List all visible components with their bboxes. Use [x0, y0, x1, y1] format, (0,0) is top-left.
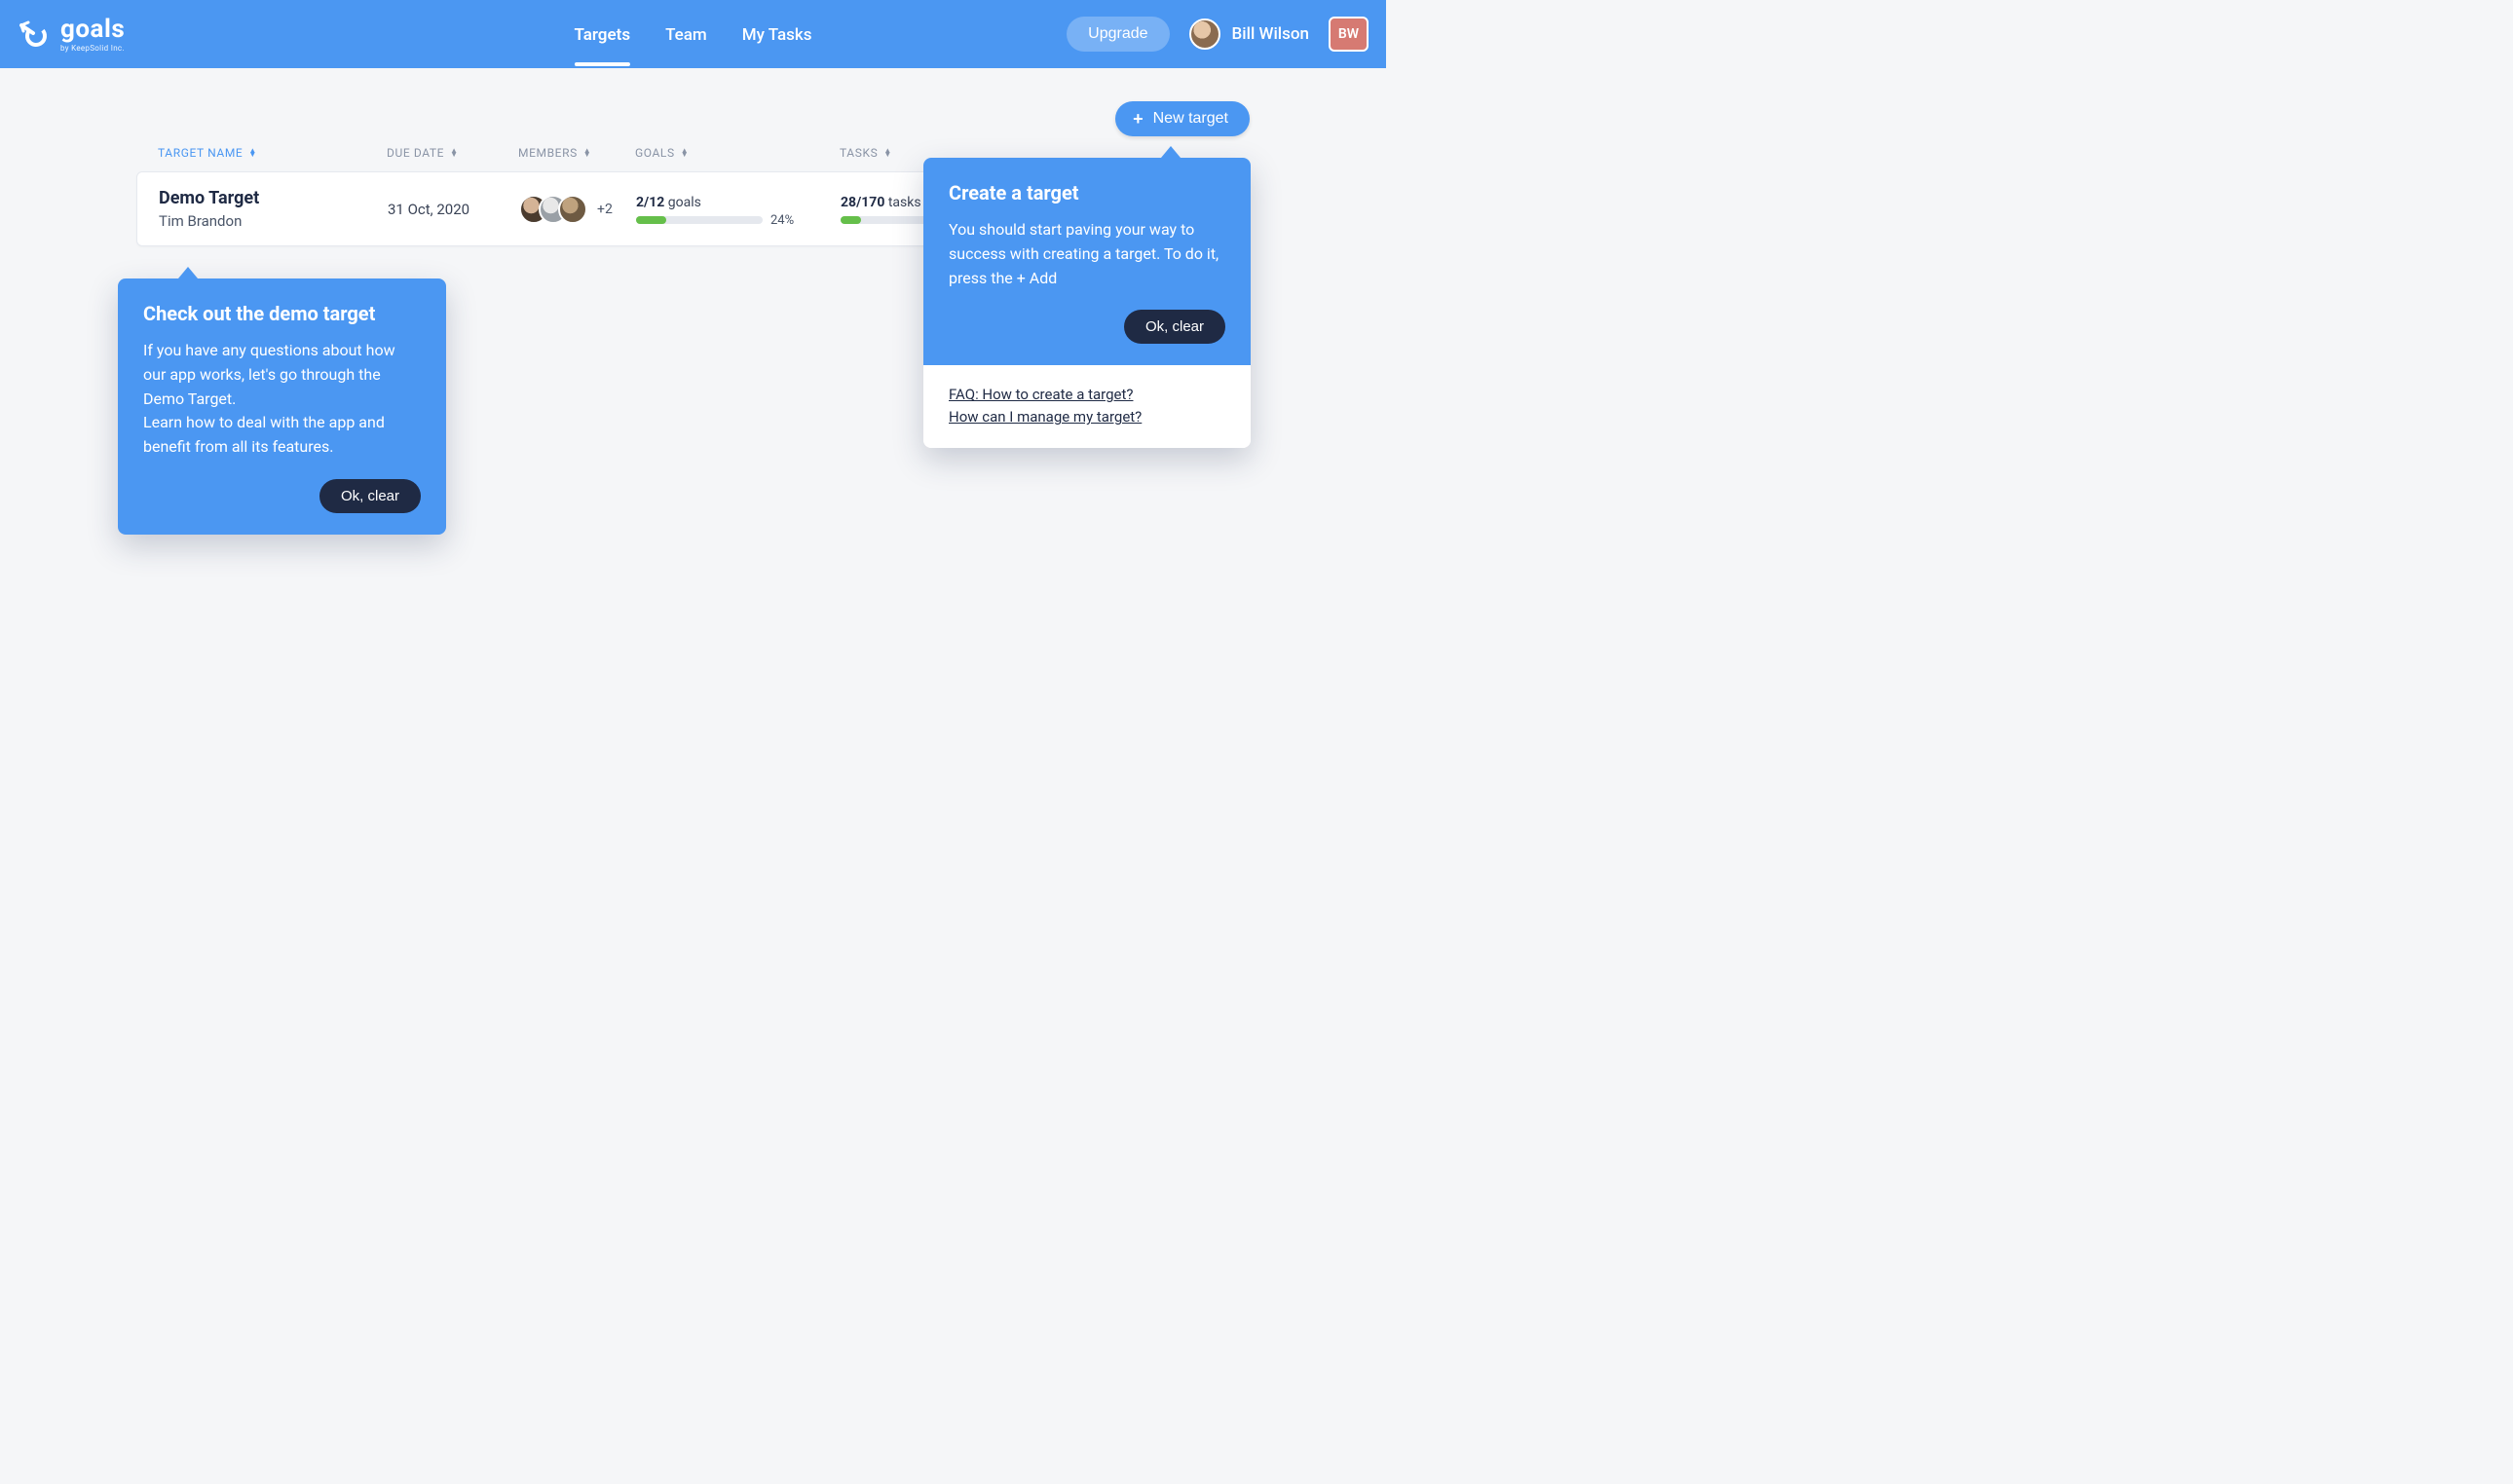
- sort-icon: ▲▼: [883, 149, 892, 157]
- logo-icon: [19, 19, 53, 49]
- hint-title: Create a target: [949, 181, 1225, 204]
- user-name: Bill Wilson: [1232, 24, 1309, 44]
- hint-faq: FAQ: How to create a target? How can I m…: [923, 365, 1251, 448]
- main-nav: Targets Team My Tasks: [574, 18, 811, 51]
- sort-icon: ▲▼: [681, 149, 690, 157]
- app-header: goals by KeepSolid Inc. Targets Team My …: [0, 0, 1386, 68]
- col-members[interactable]: MEMBERS ▲▼: [518, 146, 635, 160]
- plus-icon: +: [1133, 110, 1144, 128]
- hint-demo-target: Check out the demo target If you have an…: [118, 278, 446, 535]
- avatar: [1189, 19, 1220, 50]
- hint-body: If you have any questions about how our …: [143, 339, 421, 460]
- hint-create-target: Create a target You should start paving …: [923, 158, 1251, 448]
- goals-progress: 24%: [636, 216, 763, 224]
- upgrade-button[interactable]: Upgrade: [1067, 17, 1169, 52]
- hint-title: Check out the demo target: [143, 302, 421, 325]
- target-members: +2: [519, 195, 636, 224]
- col-goals[interactable]: GOALS ▲▼: [635, 146, 840, 160]
- brand-sub: by KeepSolid Inc.: [60, 45, 125, 53]
- member-avatar[interactable]: [558, 195, 587, 224]
- nav-targets[interactable]: Targets: [574, 18, 630, 51]
- target-name: Demo Target: [159, 188, 388, 208]
- logo[interactable]: goals by KeepSolid Inc.: [19, 17, 125, 53]
- hint-body: You should start paving your way to succ…: [949, 218, 1225, 290]
- user-menu[interactable]: Bill Wilson: [1189, 19, 1309, 50]
- new-target-label: New target: [1153, 110, 1228, 128]
- goals-count: 2/12 goals: [636, 195, 841, 210]
- target-due-date: 31 Oct, 2020: [388, 201, 519, 218]
- hint-ok-button[interactable]: Ok, clear: [1124, 310, 1225, 344]
- col-target-name[interactable]: TARGET NAME ▲▼: [158, 146, 387, 160]
- faq-link-create[interactable]: FAQ: How to create a target?: [949, 386, 1225, 403]
- hint-ok-button[interactable]: Ok, clear: [319, 479, 421, 513]
- faq-link-manage[interactable]: How can I manage my target?: [949, 408, 1225, 426]
- user-initials-badge[interactable]: BW: [1329, 17, 1369, 52]
- target-owner: Tim Brandon: [159, 212, 388, 230]
- nav-my-tasks[interactable]: My Tasks: [742, 18, 812, 51]
- col-due-date[interactable]: DUE DATE ▲▼: [387, 146, 518, 160]
- members-extra[interactable]: +2: [597, 202, 613, 217]
- sort-icon: ▲▼: [450, 149, 459, 157]
- nav-team[interactable]: Team: [665, 18, 707, 51]
- new-target-button[interactable]: + New target: [1115, 101, 1250, 136]
- brand-name: goals: [60, 17, 125, 42]
- sort-icon: ▲▼: [583, 149, 592, 157]
- toolbar: + New target: [0, 68, 1386, 146]
- sort-icon: ▲▼: [248, 149, 257, 157]
- goals-pct: 24%: [770, 213, 794, 228]
